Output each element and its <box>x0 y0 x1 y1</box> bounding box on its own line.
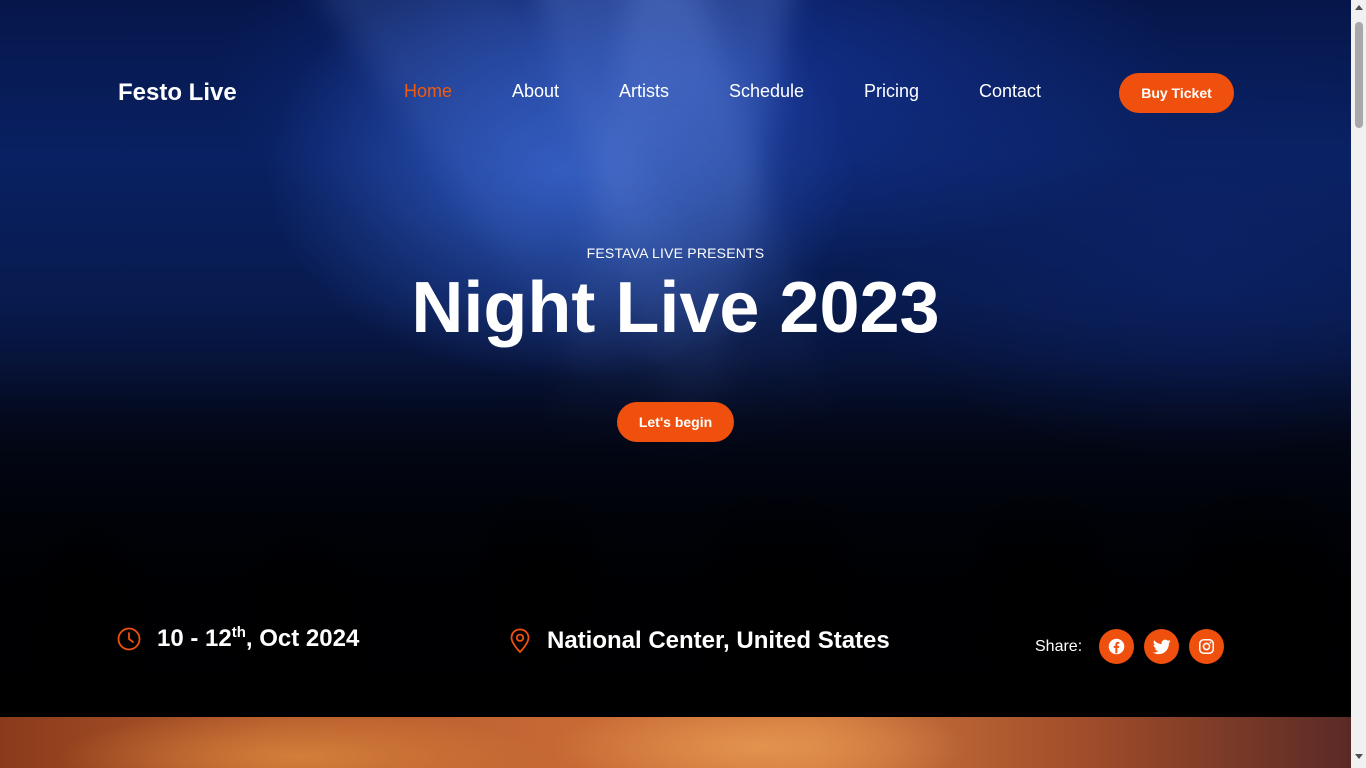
lets-begin-button[interactable]: Let's begin <box>617 402 734 442</box>
site-header: Festo Live Home About Artists Schedule P… <box>0 0 1351 185</box>
instagram-icon <box>1198 638 1215 655</box>
nav-item-contact[interactable]: Contact <box>979 81 1041 102</box>
buy-ticket-button[interactable]: Buy Ticket <box>1119 73 1234 113</box>
date-text: 10 - 12th, Oct 2024 <box>157 625 359 653</box>
hero-title: Night Live 2023 <box>411 268 940 348</box>
event-location: National Center, United States <box>509 627 890 655</box>
event-date: 10 - 12th, Oct 2024 <box>117 625 359 653</box>
page-scrollbar[interactable] <box>1351 0 1366 768</box>
nav-item-schedule[interactable]: Schedule <box>729 81 864 102</box>
twitter-button[interactable] <box>1144 629 1179 664</box>
location-text: National Center, United States <box>547 627 890 654</box>
next-section-preview <box>0 717 1351 768</box>
nav-item-home[interactable]: Home <box>404 81 512 102</box>
nav-item-about[interactable]: About <box>512 81 619 102</box>
facebook-icon <box>1108 638 1125 655</box>
scroll-thumb[interactable] <box>1355 22 1363 128</box>
nav-item-artists[interactable]: Artists <box>619 81 729 102</box>
scroll-up-icon[interactable] <box>1355 5 1363 10</box>
twitter-icon <box>1152 639 1171 654</box>
instagram-button[interactable] <box>1189 629 1224 664</box>
clock-icon <box>117 627 141 651</box>
nav-item-pricing[interactable]: Pricing <box>864 81 979 102</box>
brand-logo[interactable]: Festo Live <box>118 79 237 107</box>
facebook-button[interactable] <box>1099 629 1134 664</box>
scroll-down-icon[interactable] <box>1355 754 1363 759</box>
date-ordinal: th <box>231 624 246 641</box>
main-nav: Home About Artists Schedule Pricing Cont… <box>404 81 1041 102</box>
share-label: Share: <box>1035 638 1083 655</box>
date-range: 10 - 12 <box>157 625 232 652</box>
map-pin-icon <box>510 628 530 654</box>
hero-eyebrow: FESTAVA LIVE PRESENTS <box>586 245 765 261</box>
date-month-year: , Oct 2024 <box>245 625 360 652</box>
